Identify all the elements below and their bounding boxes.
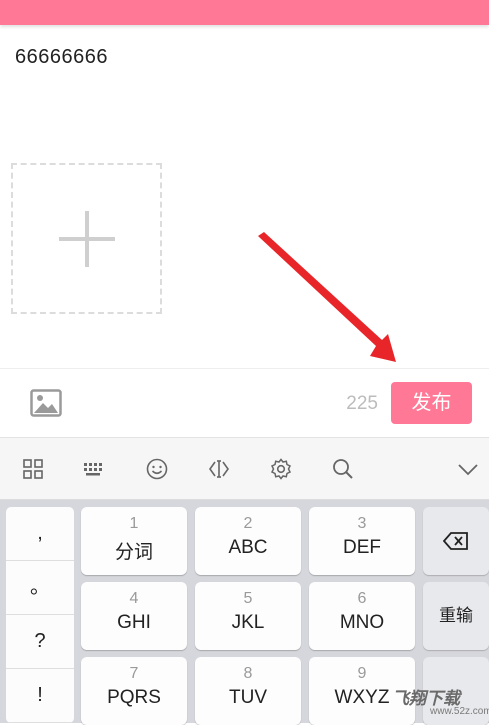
key-number: 8 (243, 665, 253, 682)
watermark-url: www.52z.com (430, 706, 489, 717)
publish-button[interactable]: 发布 (391, 382, 472, 424)
key-7[interactable]: 7 PQRS (81, 657, 187, 725)
key-number: 3 (357, 515, 367, 532)
key-number: 5 (243, 590, 253, 607)
punctuation-column: , 。 ? ! (6, 507, 74, 723)
key-1[interactable]: 1 分词 (81, 507, 187, 575)
key-6[interactable]: 6 MNO (309, 582, 415, 650)
key-label: MNO (339, 612, 385, 633)
key-number: 2 (243, 515, 253, 532)
punct-key-period[interactable]: 。 (6, 561, 74, 615)
key-8[interactable]: 8 TUV (195, 657, 301, 725)
punct-key-question[interactable]: ? (6, 615, 74, 669)
picture-icon[interactable] (30, 389, 62, 417)
chevron-down-icon[interactable] (456, 457, 480, 481)
key-3[interactable]: 3 DEF (309, 507, 415, 575)
emoji-icon[interactable] (145, 457, 169, 481)
key-number: 7 (129, 665, 139, 682)
key-2[interactable]: 2 ABC (195, 507, 301, 575)
keyboard-toolbar (0, 438, 489, 500)
grid-icon[interactable] (21, 457, 45, 481)
key-5[interactable]: 5 JKL (195, 582, 301, 650)
key-label: PQRS (107, 687, 161, 708)
key-number: 6 (357, 590, 367, 607)
backspace-icon (442, 532, 468, 550)
key-label: ABC (228, 537, 268, 558)
compose-bar: 225 发布 (0, 368, 489, 438)
add-image-button[interactable] (11, 163, 162, 314)
punct-key-comma[interactable]: , (6, 507, 74, 561)
search-icon[interactable] (331, 457, 355, 481)
key-label: GHI (117, 612, 151, 633)
cursor-icon[interactable] (207, 457, 231, 481)
post-text[interactable]: 66666666 (15, 46, 108, 69)
key-label: DEF (343, 537, 381, 558)
gear-icon[interactable] (269, 457, 293, 481)
reenter-key[interactable]: 重输 (423, 582, 489, 650)
key-number: 4 (129, 590, 139, 607)
punct-key-exclamation[interactable]: ! (6, 669, 74, 723)
key-4[interactable]: 4 GHI (81, 582, 187, 650)
key-label: JKL (231, 612, 265, 633)
key-number: 1 (129, 515, 139, 532)
delete-key[interactable] (423, 507, 489, 575)
key-label: 分词 (114, 542, 153, 563)
key-label: TUV (229, 687, 267, 708)
keyboard-icon[interactable] (82, 457, 106, 481)
char-count: 225 (346, 393, 378, 414)
top-bar (0, 0, 489, 25)
key-number: 9 (357, 665, 367, 682)
plus-icon (59, 211, 115, 267)
